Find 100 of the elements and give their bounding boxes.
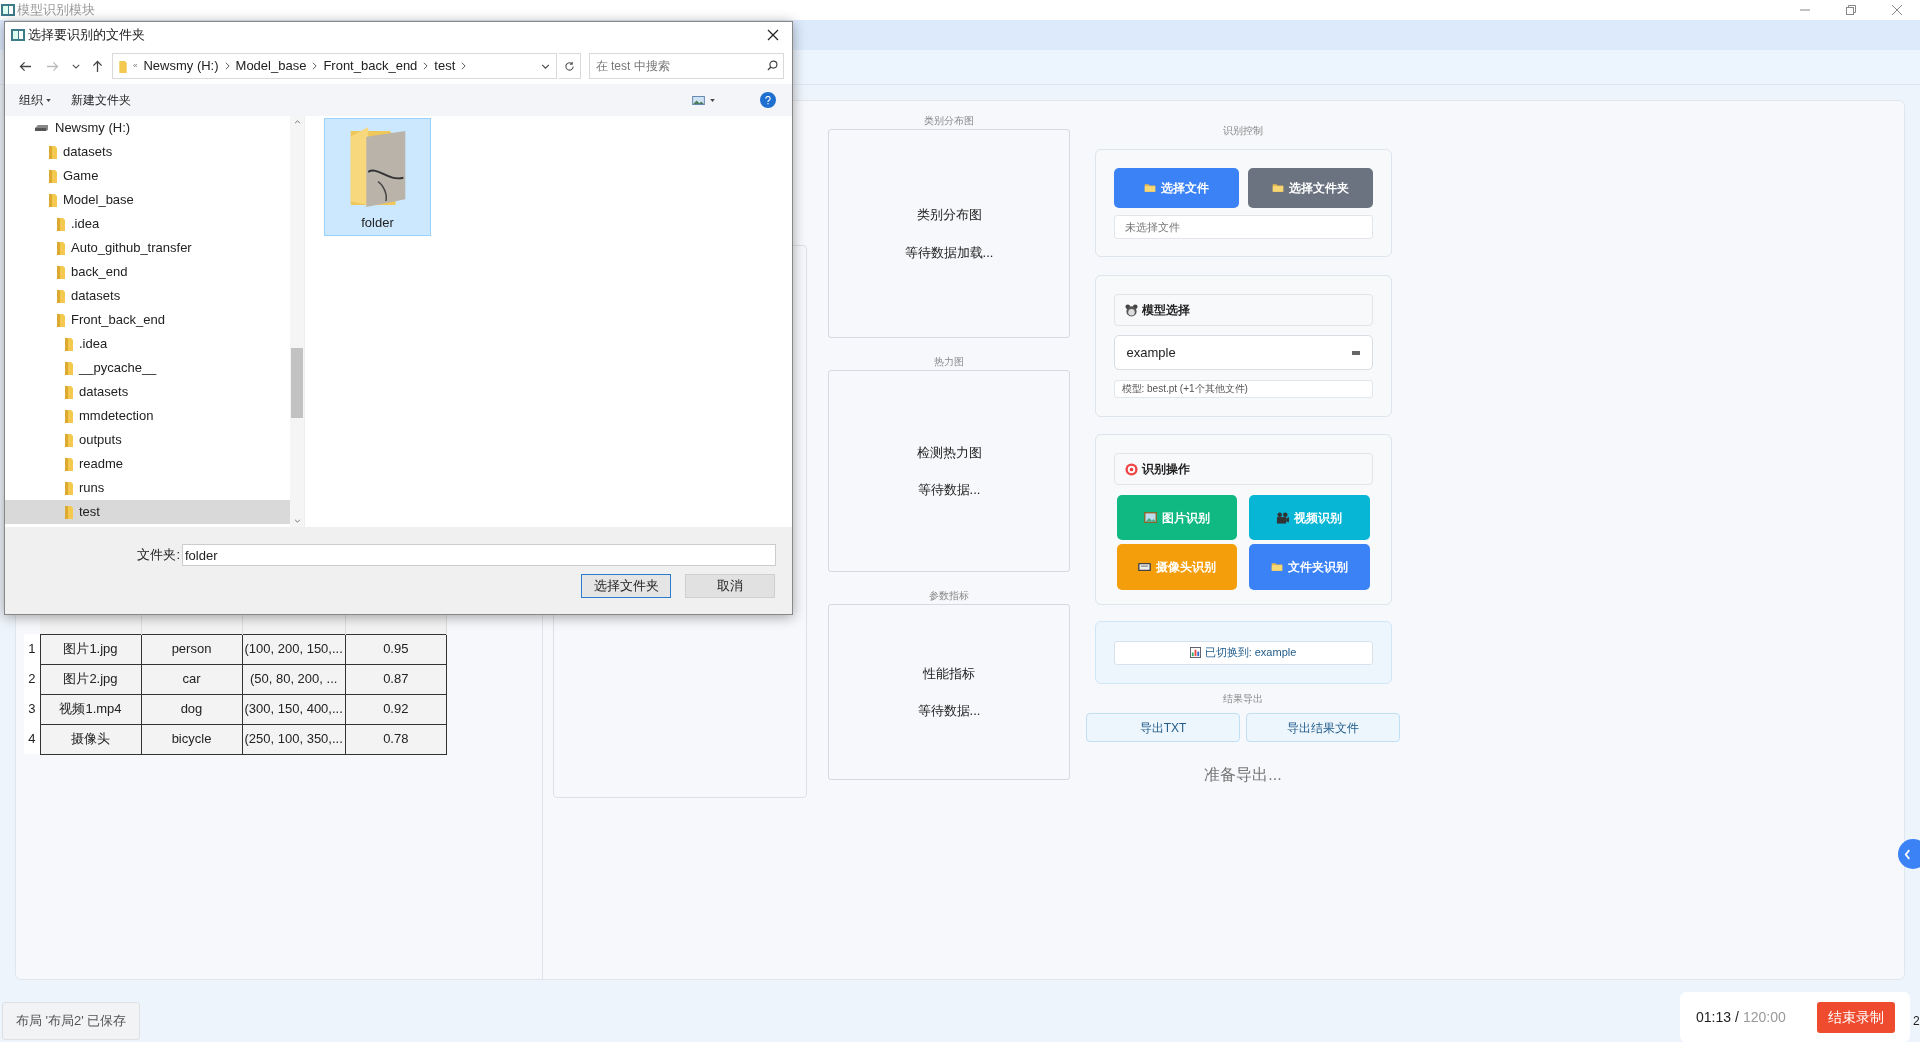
tree-item[interactable]: .idea <box>5 332 291 356</box>
select-button[interactable]: 选择文件夹 <box>1247 168 1373 208</box>
scroll-down-icon <box>293 519 301 523</box>
field-label: 文件夹: <box>136 546 180 565</box>
tree-item[interactable]: .idea <box>5 212 291 236</box>
tree-item[interactable]: test <box>5 500 291 524</box>
tree-item[interactable]: outputs <box>5 428 291 452</box>
breadcrumb-item[interactable]: Front_back_end <box>323 56 418 76</box>
help-icon <box>765 95 771 105</box>
app-icon <box>11 29 25 41</box>
breadcrumb-item[interactable]: test <box>434 56 456 76</box>
breadcrumb-item[interactable]: Model_base <box>235 56 307 76</box>
dropdown-icon <box>1351 350 1360 355</box>
loading-text: 等待数据... <box>917 481 981 499</box>
table-cell: car <box>141 664 242 694</box>
folder-icon <box>65 433 73 447</box>
chevron-right-icon <box>312 62 318 70</box>
edge-text: 2 <box>1913 1013 1920 1030</box>
folder-icon <box>65 337 73 351</box>
breadcrumb-item[interactable]: Newsmy (H:) <box>143 56 219 76</box>
tree-item[interactable]: datasets <box>5 380 291 404</box>
export-button[interactable]: 导出结果文件 <box>1246 713 1400 742</box>
tree-item[interactable]: __pycache__ <box>5 356 291 380</box>
tree-item[interactable]: datasets <box>5 140 291 164</box>
export-status: 准备导出... <box>1204 765 1282 785</box>
tree-item[interactable]: mmdetection <box>5 404 291 428</box>
time-separator: / <box>1735 1007 1739 1027</box>
restore-icon <box>1846 5 1856 15</box>
search-field[interactable]: 在 test 中搜索 <box>588 53 784 79</box>
table-cell: 图片1.jpg <box>40 634 141 664</box>
dialog-button[interactable]: 取消 <box>685 574 775 598</box>
bear-icon <box>1124 303 1138 317</box>
chevron-down-icon <box>541 63 551 69</box>
tree-item[interactable]: Auto_github_transfer <box>5 236 291 260</box>
table-cell: 图片2.jpg <box>40 664 141 694</box>
section-label: 类别分布图 <box>923 114 975 128</box>
toast-message: 布局 '布局2' 已保存 <box>2 1002 141 1040</box>
folder-icon <box>57 313 65 327</box>
table-cell: 0.87 <box>345 664 447 694</box>
folder-icon <box>49 145 57 159</box>
chevron-left-icon <box>1904 848 1911 860</box>
folder-icon <box>57 241 65 255</box>
caret-icon <box>46 98 51 102</box>
folder-icon <box>65 505 73 519</box>
select-button[interactable]: 选择文件 <box>1113 168 1239 208</box>
tree-item[interactable]: datasets <box>5 284 291 308</box>
tree-item[interactable]: Newsmy (H:) <box>5 116 291 140</box>
folder-icon <box>1270 561 1283 573</box>
chevron-right-icon <box>224 62 230 70</box>
picture-icon <box>1143 512 1157 523</box>
tree-item[interactable]: Game <box>5 164 291 188</box>
toolbar-button[interactable]: 组织 <box>19 91 51 109</box>
action-button[interactable]: 文件夹识别 <box>1249 544 1370 590</box>
chart-title: 类别分布图 <box>916 206 982 224</box>
folder-icon <box>119 59 127 73</box>
loading-text: 等待数据加载... <box>904 243 994 262</box>
tree-item[interactable]: runs <box>5 476 291 500</box>
table-cell: 0.78 <box>345 724 447 754</box>
toolbar-button[interactable]: 新建文件夹 <box>71 91 131 109</box>
folder-icon <box>57 217 65 231</box>
camera-icon <box>1137 562 1151 572</box>
stop-recording-button[interactable]: 结束录制 <box>1817 1001 1895 1033</box>
tree-item[interactable]: Model_base <box>5 188 291 212</box>
scroll-thumb[interactable] <box>291 348 303 418</box>
loading-text: 等待数据... <box>917 702 981 720</box>
table-cell: 0.92 <box>345 694 447 724</box>
chevron-down-icon <box>72 63 80 69</box>
bar-chart-icon <box>1189 647 1201 658</box>
tree-item[interactable]: Front_back_end <box>5 308 291 332</box>
tree-item[interactable]: readme <box>5 452 291 476</box>
scrollbar[interactable] <box>290 116 304 527</box>
help-button[interactable] <box>760 92 776 108</box>
view-button[interactable] <box>692 95 715 105</box>
dialog-button[interactable]: 选择文件夹 <box>581 574 671 598</box>
export-button[interactable]: 导出TXT <box>1086 713 1240 742</box>
model-dropdown[interactable]: example <box>1113 335 1373 370</box>
folder-item[interactable]: folder <box>324 118 431 236</box>
close-icon <box>1892 5 1902 15</box>
section-label: 结果导出 <box>1223 692 1263 706</box>
forward-arrow-icon <box>46 60 60 72</box>
chevron-right-icon <box>461 62 467 70</box>
tree-item[interactable]: back_end <box>5 260 291 284</box>
file-field[interactable]: 未选择文件 <box>1113 215 1373 239</box>
up-arrow-icon <box>91 59 103 73</box>
row-number: 1 <box>24 634 40 664</box>
folder-icon <box>1271 182 1284 194</box>
folder-icon <box>65 385 73 399</box>
chart-title: 检测热力图 <box>916 443 982 462</box>
table-cell: dog <box>141 694 242 724</box>
refresh-button[interactable] <box>559 53 581 79</box>
refresh-icon <box>563 60 575 72</box>
section-label: 参数指标 <box>928 589 970 603</box>
folder-name-field[interactable]: folder <box>182 544 776 566</box>
table-cell: 视频1.mp4 <box>40 694 141 724</box>
close-icon <box>767 29 779 41</box>
window-title: 模型识别模块 <box>17 1 95 20</box>
row-number: 3 <box>24 694 40 724</box>
address-bar[interactable]: « Newsmy (H:) Model_base Front_back_end test <box>112 53 558 79</box>
search-icon <box>767 60 778 71</box>
time-limit: 120:00 <box>1742 1007 1786 1027</box>
